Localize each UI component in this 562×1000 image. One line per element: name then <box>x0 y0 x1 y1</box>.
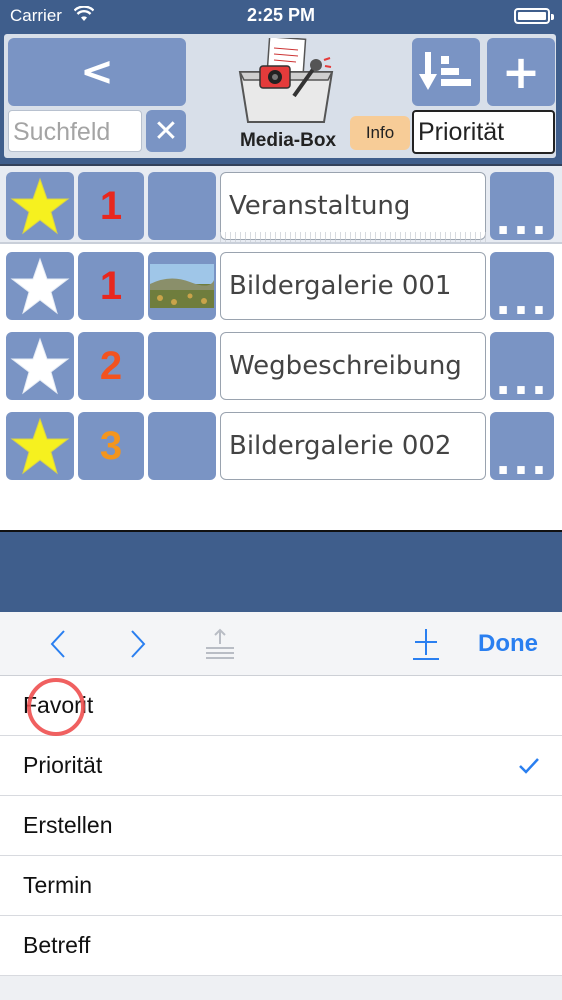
picker-bottom <box>0 976 562 1000</box>
priority-badge[interactable]: 2 <box>78 332 144 400</box>
more-label: ... <box>495 435 549 484</box>
sort-option-list: Favorit Priorität Erstellen Termin Betreff <box>0 676 562 976</box>
battery-icon <box>514 8 554 24</box>
sort-field-input[interactable]: Priorität <box>412 110 555 154</box>
more-button[interactable]: ... <box>490 172 554 244</box>
thumbnail[interactable] <box>148 252 216 320</box>
add-field-button[interactable] <box>404 612 448 676</box>
clock-label: 2:25 PM <box>246 5 316 25</box>
previous-field-button[interactable] <box>36 612 80 676</box>
priority-badge[interactable]: 3 <box>78 412 144 480</box>
thumbnail[interactable] <box>148 172 216 240</box>
item-list: 1 Veranstaltung... 1 Bildergalerie 001... 2 W… <box>0 164 562 530</box>
star-icon <box>10 257 70 315</box>
priority-badge[interactable]: 1 <box>78 252 144 320</box>
drag-ruler <box>220 232 486 244</box>
more-button[interactable]: ... <box>490 252 554 324</box>
sort-option-label: Termin <box>23 872 93 898</box>
sort-option[interactable]: Termin <box>0 856 562 916</box>
more-label: ... <box>495 355 549 404</box>
list-item[interactable]: 1 Veranstaltung... <box>0 166 562 244</box>
done-button[interactable]: Done <box>468 612 548 676</box>
media-box-logo-icon <box>236 35 336 124</box>
status-bar: Carrier 2:25 PM <box>0 0 562 32</box>
sort-option-label: Betreff <box>23 932 91 958</box>
list-item[interactable]: 3 Bildergalerie 002... <box>0 406 562 486</box>
thumbnail[interactable] <box>148 332 216 400</box>
list-item[interactable]: 1 Bildergalerie 001... <box>0 246 562 326</box>
sort-option-label: Favorit <box>23 692 94 718</box>
favorite-toggle[interactable] <box>6 332 74 400</box>
header: < Suchfeld ✕ Media-Box Info + Priorität <box>0 32 562 164</box>
list-item[interactable]: 2 Wegbeschreibung... <box>0 326 562 406</box>
priority-badge[interactable]: 1 <box>78 172 144 240</box>
item-title[interactable]: Bildergalerie 002 <box>220 412 486 480</box>
more-label: ... <box>495 195 549 244</box>
header-panel: < Suchfeld ✕ Media-Box Info + Priorität <box>4 34 556 158</box>
chevron-right-icon <box>131 630 146 658</box>
favorite-toggle[interactable] <box>6 252 74 320</box>
landscape-photo-icon <box>150 264 214 308</box>
sort-option[interactable]: Erstellen <box>0 796 562 856</box>
star-icon <box>10 417 70 475</box>
item-title[interactable]: Veranstaltung <box>220 172 486 240</box>
sort-option-label: Priorität <box>23 752 103 778</box>
item-title[interactable]: Bildergalerie 001 <box>220 252 486 320</box>
more-button[interactable]: ... <box>490 332 554 404</box>
more-label: ... <box>495 275 549 324</box>
info-button[interactable]: Info <box>350 116 410 150</box>
favorite-toggle[interactable] <box>6 412 74 480</box>
sort-descending-icon <box>419 52 471 90</box>
thumbnail[interactable] <box>148 412 216 480</box>
sort-option[interactable]: Betreff <box>0 916 562 976</box>
checkmark-icon <box>518 754 540 781</box>
search-input[interactable]: Suchfeld <box>8 110 142 152</box>
media-box-caption: Media-Box <box>239 130 337 151</box>
sort-option[interactable]: Favorit <box>0 676 562 736</box>
sort-option-label: Erstellen <box>23 812 113 838</box>
add-button[interactable]: + <box>487 38 555 106</box>
clear-search-button[interactable]: ✕ <box>146 110 186 152</box>
star-icon <box>10 177 70 235</box>
back-button[interactable]: < <box>8 38 186 106</box>
share-button[interactable] <box>196 612 244 676</box>
picker-toolbar: Done <box>0 612 562 676</box>
keyboard-spacer <box>0 530 562 612</box>
sort-button[interactable] <box>412 38 480 106</box>
next-field-button[interactable] <box>116 612 160 676</box>
favorite-toggle[interactable] <box>6 172 74 240</box>
plus-icon <box>413 629 439 660</box>
more-button[interactable]: ... <box>490 412 554 484</box>
star-icon <box>10 337 70 395</box>
share-icon <box>206 628 234 659</box>
sort-option[interactable]: Priorität <box>0 736 562 796</box>
chevron-left-icon <box>50 630 65 658</box>
item-title[interactable]: Wegbeschreibung <box>220 332 486 400</box>
